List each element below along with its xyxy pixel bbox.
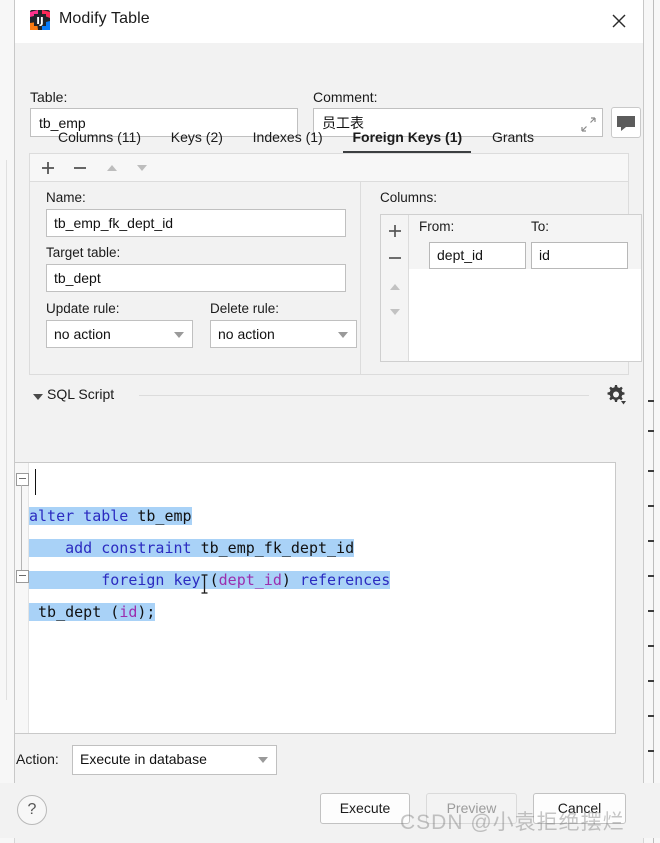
fk-target-table-label: Target table:: [46, 245, 121, 260]
backdrop-guide-line: [6, 160, 7, 700]
dialog-title: Modify Table: [59, 10, 150, 27]
ruler-tick: [648, 575, 654, 577]
sql-line: alter table tb_emp: [29, 507, 192, 525]
ide-backdrop-right: [643, 0, 660, 843]
action-label: Action:: [16, 751, 59, 767]
triangle-up-icon[interactable]: [102, 158, 122, 178]
close-icon[interactable]: [605, 7, 633, 35]
action-select[interactable]: Execute in database: [72, 745, 277, 775]
minus-icon[interactable]: [70, 158, 90, 178]
update-rule-label: Update rule:: [46, 301, 120, 316]
triangle-down-icon[interactable]: [132, 158, 152, 178]
update-rule-select[interactable]: no action: [46, 320, 193, 348]
sql-line: add constraint tb_emp_fk_dept_id: [29, 539, 355, 557]
columns-to-header: To:: [531, 219, 550, 234]
ruler-tick: [648, 430, 654, 432]
table-label: Table:: [30, 89, 68, 105]
tab-indexes[interactable]: Indexes (1): [240, 125, 336, 153]
code-fold-icon[interactable]: [16, 473, 29, 486]
triangle-down-icon[interactable]: [33, 394, 43, 400]
svg-text:IJ: IJ: [36, 16, 43, 27]
minus-icon[interactable]: [386, 249, 404, 267]
columns-gutter-toolbar: [381, 215, 409, 361]
comment-label: Comment:: [313, 89, 378, 105]
screen: IJ Modify Table Table: tb_emp Comment: 员…: [0, 0, 660, 843]
help-button[interactable]: ?: [17, 795, 47, 825]
mouse-ibeam-cursor: [200, 573, 209, 595]
code-fold-end-icon[interactable]: [16, 570, 29, 583]
ruler-tick: [648, 610, 654, 612]
ruler-tick: [648, 400, 654, 402]
plus-icon[interactable]: [38, 158, 58, 178]
columns-table: From: To: dept_id id: [380, 214, 642, 362]
sql-line: foreign key (dept_id) references: [29, 571, 391, 589]
table-comment-row: Table: tb_emp Comment: 员工表: [15, 43, 643, 138]
delete-rule-label: Delete rule:: [210, 301, 280, 316]
ruler-tick: [648, 505, 654, 507]
action-value: Execute in database: [80, 751, 207, 767]
delete-rule-value: no action: [218, 326, 275, 342]
triangle-up-icon[interactable]: [386, 278, 404, 296]
fk-name-input[interactable]: tb_emp_fk_dept_id: [46, 209, 346, 237]
code-fold-line: [21, 485, 22, 579]
chevron-down-icon: [174, 332, 184, 338]
ruler-tick: [648, 470, 654, 472]
tab-foreign-keys[interactable]: Foreign Keys (1): [339, 125, 475, 153]
plus-icon[interactable]: [386, 222, 404, 240]
delete-rule-select[interactable]: no action: [210, 320, 357, 348]
update-rule-value: no action: [54, 326, 111, 342]
columns-label: Columns:: [380, 190, 438, 205]
fk-editor-panel: Name: tb_emp_fk_dept_id Target table: tb…: [29, 181, 642, 375]
section-divider: [139, 395, 589, 396]
intellij-idea-icon: IJ: [29, 9, 51, 31]
chevron-down-icon: [338, 332, 348, 338]
execute-button[interactable]: Execute: [320, 793, 410, 824]
editor-gutter: [15, 463, 29, 733]
fk-name-label: Name:: [46, 190, 86, 205]
text-caret: [35, 469, 36, 495]
tab-keys[interactable]: Keys (2): [158, 125, 236, 153]
sql-script-header: SQL Script: [29, 383, 629, 413]
ruler-tick: [648, 540, 654, 542]
tab-columns[interactable]: Columns (11): [45, 125, 154, 153]
sql-script-title: SQL Script: [47, 386, 115, 402]
tab-strip: Columns (11) Keys (2) Indexes (1) Foreig…: [15, 125, 643, 153]
columns-from-header: From:: [419, 219, 455, 234]
sql-line: tb_dept (id);: [29, 603, 156, 621]
dialog-titlebar: IJ Modify Table: [15, 0, 643, 43]
triangle-down-icon[interactable]: [386, 303, 404, 321]
ruler-tick: [648, 715, 654, 717]
ide-backdrop-left: [0, 0, 15, 843]
columns-to-cell[interactable]: id: [531, 242, 628, 269]
ruler-tick: [648, 680, 654, 682]
chevron-down-icon: [258, 757, 268, 763]
fk-toolbar: [29, 153, 629, 181]
fk-target-table-input[interactable]: tb_dept: [46, 264, 346, 292]
action-row: Action: Execute in database: [0, 741, 660, 783]
panel-divider: [360, 182, 361, 374]
watermark: CSDN @小袁拒绝摆烂: [400, 811, 625, 834]
sql-code[interactable]: alter table tb_emp add constraint tb_emp…: [29, 463, 615, 733]
gear-icon[interactable]: [605, 384, 627, 406]
sql-editor[interactable]: alter table tb_emp add constraint tb_emp…: [14, 462, 616, 734]
columns-from-cell[interactable]: dept_id: [429, 242, 526, 269]
ruler-tick: [648, 645, 654, 647]
tab-grants[interactable]: Grants: [479, 125, 547, 153]
